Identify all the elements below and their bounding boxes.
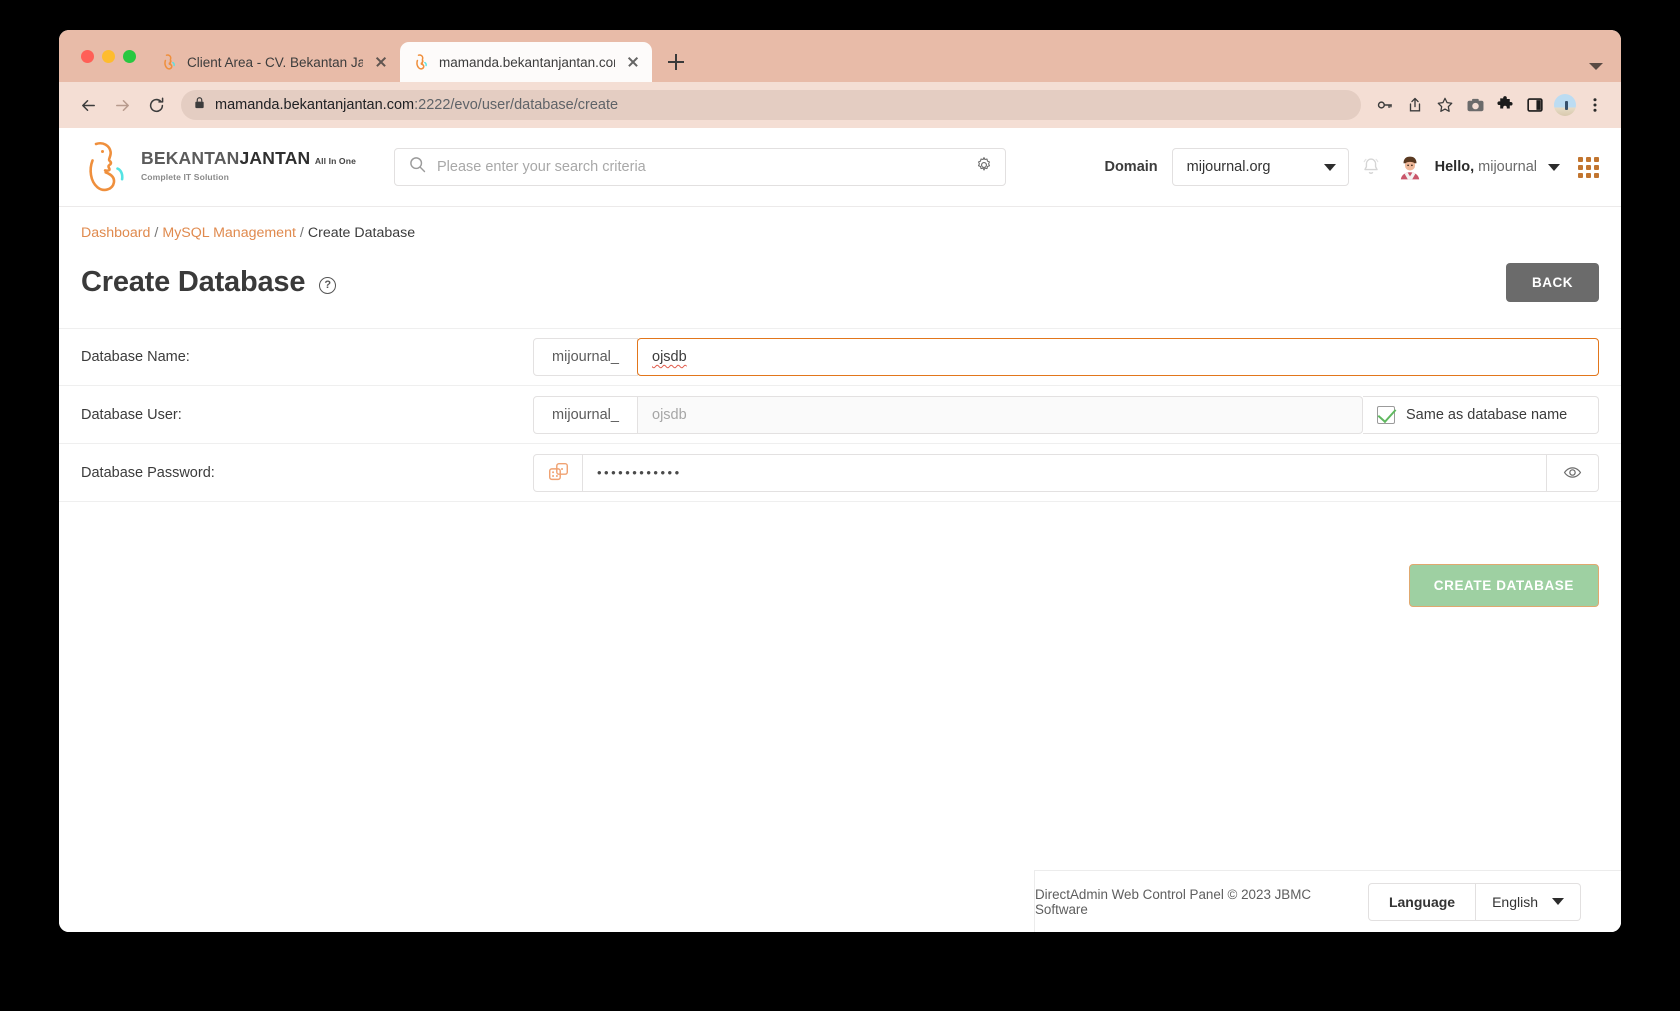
database-name-value: ojsdb [652,349,687,365]
database-password-field-group: •••••••••••• [533,453,1599,492]
new-tab-button[interactable] [661,47,691,77]
toggle-password-visibility-button[interactable] [1547,453,1599,492]
avatar[interactable] [1397,154,1423,180]
search-placeholder: Please enter your search criteria [437,159,646,175]
page-footer: DirectAdmin Web Control Panel © 2023 JBM… [1034,870,1621,932]
create-database-button[interactable]: CREATE DATABASE [1408,564,1599,607]
form-row-database-password: Database Password: •••••••••••• [59,444,1621,502]
close-icon[interactable] [624,53,642,71]
browser-tab-1-title: Client Area - CV. Bekantan Jan [187,54,363,70]
notifications-button[interactable] [1349,156,1393,178]
page-title: Create Database [81,266,306,298]
password-key-icon[interactable] [1371,91,1399,119]
user-greeting[interactable]: Hello, mijournal [1435,159,1537,175]
database-password-input[interactable]: •••••••••••• [583,453,1547,492]
browser-window: Client Area - CV. Bekantan Jan mamanda.b… [59,30,1621,932]
breadcrumb-item-dashboard[interactable]: Dashboard [81,225,150,241]
language-selector: Language English [1367,882,1581,921]
domain-select[interactable]: mijournal.org [1171,148,1349,186]
same-as-database-name-checkbox-cell[interactable]: Same as database name [1363,395,1599,434]
database-user-label: Database User: [81,406,182,423]
form-row-database-name: Database Name: mijournal_ ojsdb [59,328,1621,386]
database-name-input[interactable]: ojsdb [637,338,1599,376]
extensions-puzzle-icon[interactable] [1491,91,1519,119]
brand-name: BEKANTANJANTAN [141,148,311,168]
avatar[interactable] [1551,91,1579,119]
page-title-row: Create Database ? BACK [59,241,1621,302]
back-navigation-button[interactable] [73,90,103,120]
database-user-value: ojsdb [652,406,687,423]
browser-tab-2-title: mamanda.bekantanjantan.com [439,54,615,70]
help-circle-icon[interactable]: ? [319,277,337,294]
database-name-prefix: mijournal_ [533,338,638,376]
footer-copyright: DirectAdmin Web Control Panel © 2023 JBM… [1035,886,1312,917]
breadcrumb-separator: / [154,225,159,241]
side-panel-icon[interactable] [1521,91,1549,119]
same-as-database-name-label: Same as database name [1406,406,1568,423]
submit-row: CREATE DATABASE [59,502,1621,607]
domain-select-value: mijournal.org [1186,159,1271,175]
language-value: English [1492,893,1538,910]
brand-logo-area[interactable]: BEKANTANJANTAN All In One Complete IT So… [81,138,381,196]
reload-button[interactable] [141,90,171,120]
monkey-favicon-icon [162,54,178,70]
browser-menu-icon[interactable] [1581,91,1609,119]
browser-toolbar: mamanda.bekantanjantan.com:2222/evo/user… [59,82,1621,128]
database-name-label: Database Name: [81,349,190,365]
page-content: BEKANTANJANTAN All In One Complete IT So… [59,128,1621,932]
monkey-favicon-icon [414,54,430,70]
brand-text: BEKANTANJANTAN All In One Complete IT So… [141,148,381,184]
chevron-down-icon [1323,163,1336,171]
bookmark-star-icon[interactable] [1431,91,1459,119]
back-button[interactable]: BACK [1506,263,1599,302]
form-row-database-user: Database User: mijournal_ ojsdb Same as … [59,386,1621,444]
forward-navigation-button[interactable] [107,90,137,120]
database-name-field-group: mijournal_ ojsdb [533,338,1599,376]
generate-password-button[interactable] [533,453,583,492]
create-database-form: Database Name: mijournal_ ojsdb Database… [59,328,1621,607]
breadcrumb-item-current: Create Database [307,225,416,241]
breadcrumb: Dashboard / MySQL Management / Create Databa… [59,207,1621,241]
lock-icon [193,96,206,114]
minimize-window-button[interactable] [102,49,115,63]
database-user-prefix: mijournal_ [533,395,638,434]
window-traffic-lights [75,30,148,82]
search-input[interactable]: Please enter your search criteria [394,148,1006,186]
toolbar-icons [1371,91,1609,119]
language-value-select[interactable]: English [1476,882,1581,921]
search-settings-gear-icon[interactable] [975,156,993,179]
browser-tab-2[interactable]: mamanda.bekantanjantan.com [400,42,652,82]
bekantan-monkey-logo-icon [81,138,135,196]
breadcrumb-separator: / [299,225,304,241]
app-header: BEKANTANJANTAN All In One Complete IT So… [59,128,1621,207]
maximize-window-button[interactable] [123,49,136,63]
database-password-value: •••••••••••• [597,465,682,480]
database-password-label: Database Password: [81,464,215,481]
domain-label: Domain [1104,159,1158,175]
share-icon[interactable] [1401,91,1429,119]
header-right-cluster: Domain mijournal.org Hello, mijournal [1104,148,1599,186]
close-icon[interactable] [372,53,390,71]
browser-tabstrip: Client Area - CV. Bekantan Jan mamanda.b… [59,30,1621,82]
chevron-down-icon[interactable] [1589,63,1603,70]
screenshot-camera-icon[interactable] [1461,91,1489,119]
address-bar[interactable]: mamanda.bekantanjantan.com:2222/evo/user… [181,90,1361,120]
chevron-down-icon [1552,898,1564,905]
search-icon [409,156,426,178]
browser-tab-1[interactable]: Client Area - CV. Bekantan Jan [148,42,400,82]
checkbox-checked-icon[interactable] [1377,405,1395,424]
close-window-button[interactable] [81,49,94,63]
address-bar-url: mamanda.bekantanjantan.com:2222/evo/user… [215,97,619,113]
database-user-field-group: mijournal_ ojsdb Same as database name [533,395,1599,434]
language-label-button[interactable]: Language [1367,882,1477,921]
breadcrumb-item-mysql-management[interactable]: MySQL Management [162,225,296,241]
app-grid-icon[interactable] [1578,156,1599,178]
chevron-down-icon[interactable] [1548,163,1560,171]
database-user-input[interactable]: ojsdb [638,395,1363,434]
